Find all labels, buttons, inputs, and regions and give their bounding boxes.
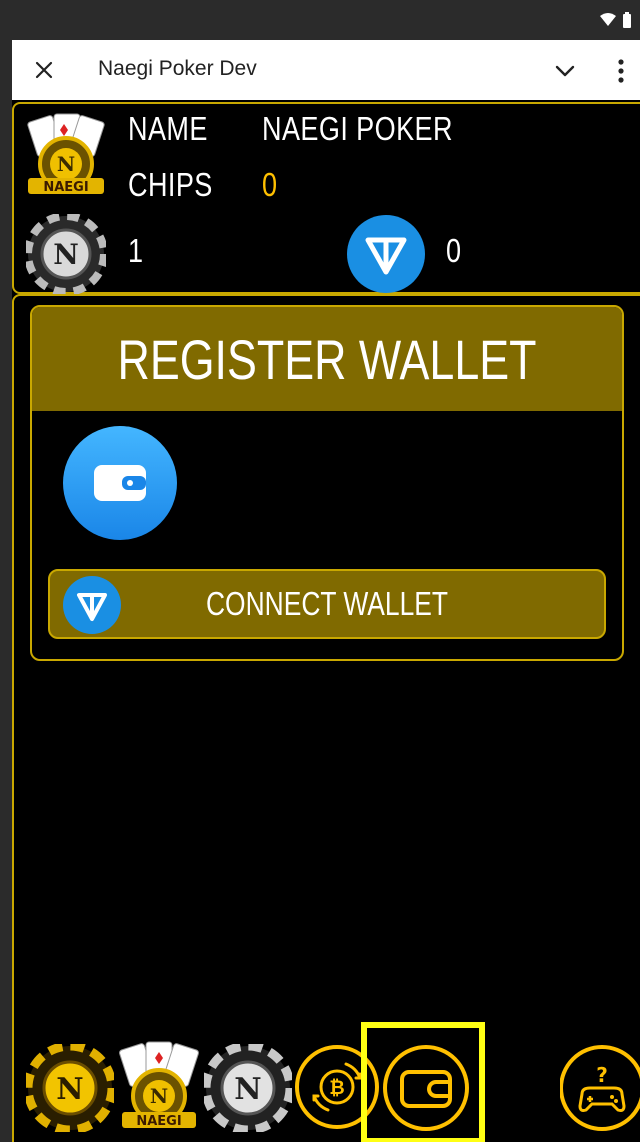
ton-icon <box>347 215 425 293</box>
register-wallet-title: REGISTER WALLET <box>117 328 537 391</box>
naegi-poker-logo-icon: N NAEGI <box>27 113 105 195</box>
svg-text:N: N <box>150 1084 168 1108</box>
n-coin-icon: N <box>26 214 106 294</box>
status-bar <box>0 0 640 40</box>
wallet-app-button[interactable] <box>62 425 178 541</box>
profile-panel: N NAEGI NAME NAEGI POKER CHIPS 0 N 1 0 <box>12 102 640 294</box>
svg-text:N: N <box>234 1072 261 1107</box>
connect-wallet-label: CONNECT WALLET <box>205 585 449 622</box>
svg-text:NAEGI: NAEGI <box>43 180 88 195</box>
app-bar: Naegi Poker Dev <box>12 40 640 100</box>
svg-text:NAEGI: NAEGI <box>136 1114 181 1129</box>
close-icon[interactable] <box>32 58 56 82</box>
battery-icon <box>623 12 631 28</box>
silver-chip-icon[interactable]: N <box>204 1044 292 1132</box>
register-wallet-header: REGISTER WALLET <box>32 307 622 411</box>
selection-highlight <box>361 1022 485 1142</box>
chips-label: CHIPS <box>128 166 213 203</box>
more-options-icon[interactable] <box>616 58 626 84</box>
n-coin-count: 1 <box>128 232 144 269</box>
svg-text:N: N <box>53 238 79 271</box>
name-label: NAME <box>128 110 208 147</box>
n-chip-icon[interactable]: N <box>26 1044 114 1132</box>
game-help-icon[interactable]: ? <box>560 1044 640 1132</box>
status-icons <box>600 12 632 28</box>
chevron-down-icon[interactable] <box>554 60 576 82</box>
ton-count: 0 <box>446 232 462 269</box>
svg-text:N: N <box>56 1072 83 1107</box>
app-title: Naegi Poker Dev <box>98 57 257 80</box>
app-screen: Naegi Poker Dev N NAEGI NAME NAEGI POKER… <box>12 40 640 1142</box>
name-value: NAEGI POKER <box>262 110 453 147</box>
bottom-nav: N N NAEGI N ₿ ? <box>12 1040 640 1142</box>
poker-cards-logo-icon[interactable]: N NAEGI <box>116 1040 202 1140</box>
svg-text:N: N <box>57 152 75 176</box>
wifi-icon <box>600 13 616 26</box>
register-wallet-card: REGISTER WALLET CONNECT WALLET <box>30 305 624 661</box>
svg-text:₿: ₿ <box>329 1077 344 1099</box>
chips-value: 0 <box>262 166 278 203</box>
connect-wallet-button[interactable]: CONNECT WALLET <box>48 569 606 639</box>
svg-text:?: ? <box>596 1063 608 1087</box>
